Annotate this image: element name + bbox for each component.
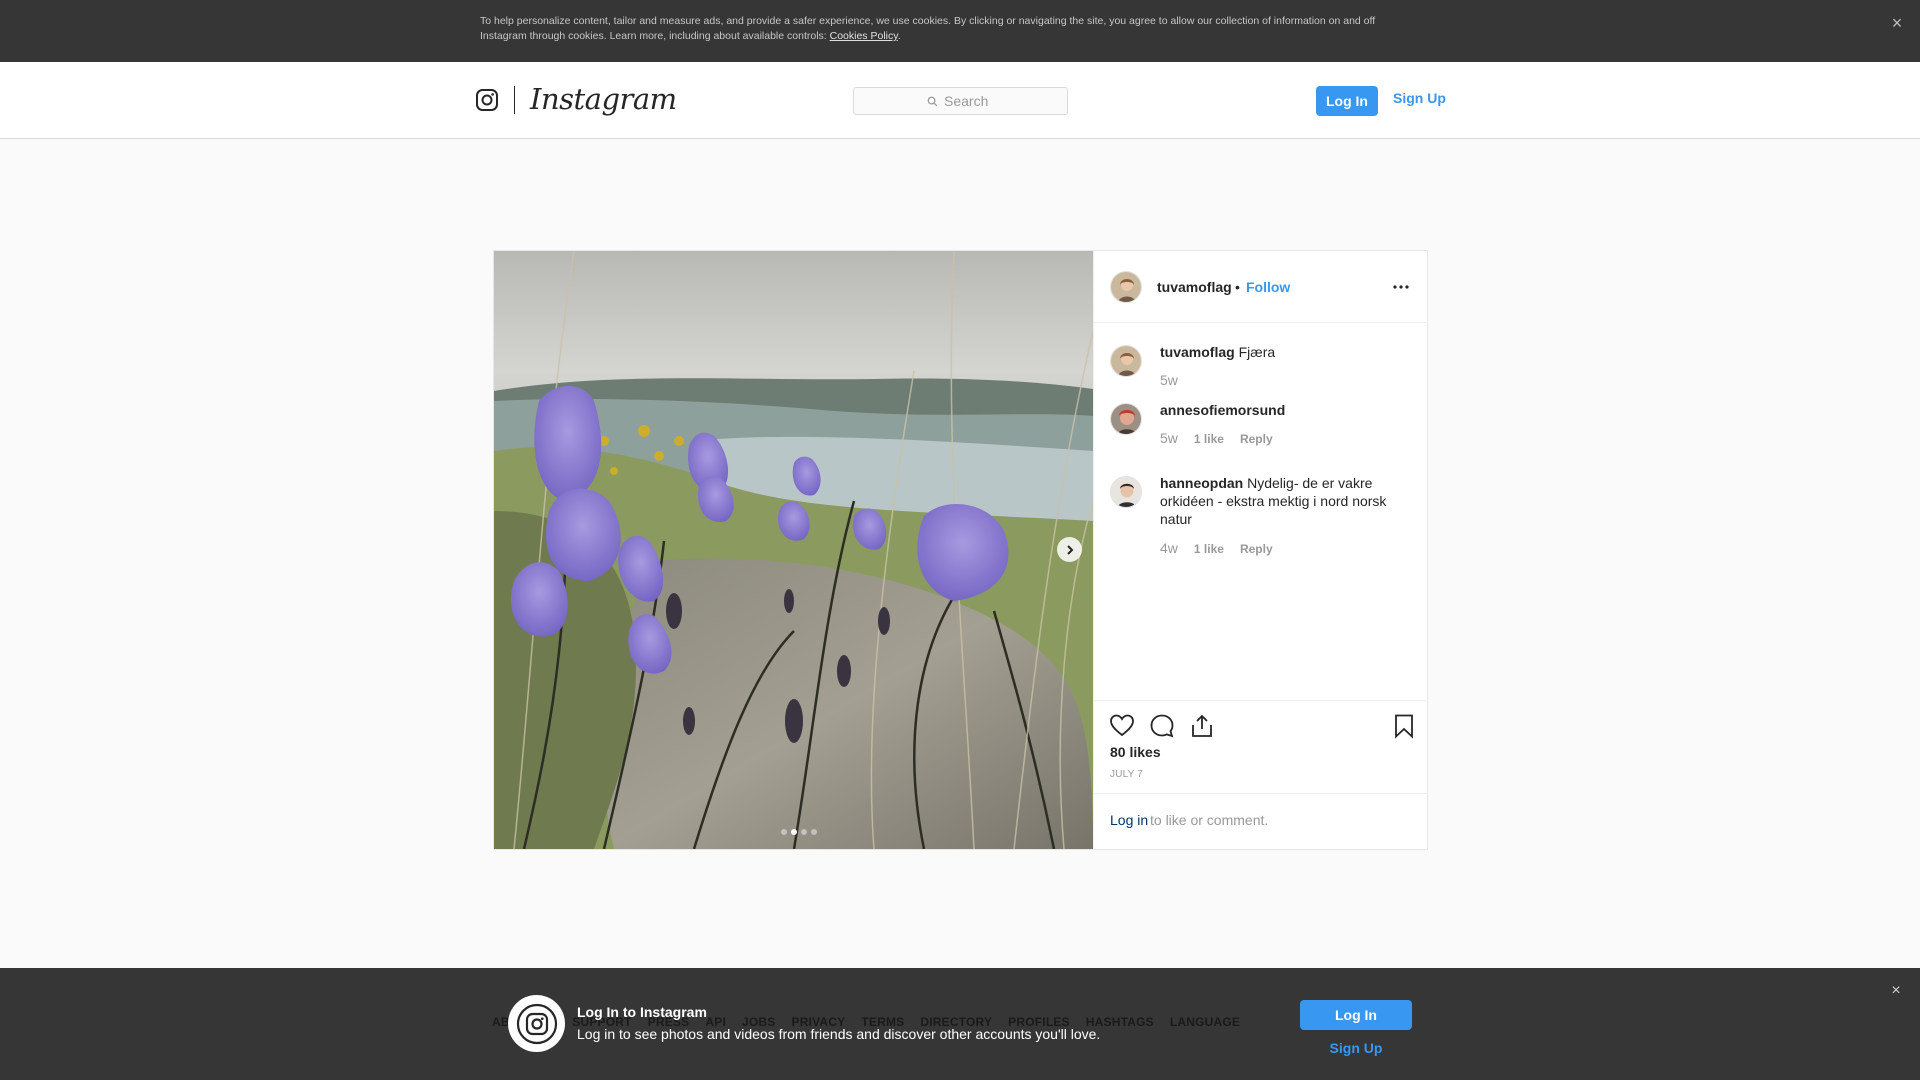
carousel-dots <box>781 829 817 835</box>
carousel-dot <box>801 829 807 835</box>
instagram-glyph-icon <box>516 1003 557 1044</box>
post-header: tuvamoflag • Follow <box>1094 251 1428 323</box>
banner-signup-link[interactable]: Sign Up <box>1300 1040 1412 1056</box>
comment-username[interactable]: hanneopdan <box>1160 475 1243 491</box>
carousel-dot <box>811 829 817 835</box>
comment-meta: 5w <box>1160 372 1178 388</box>
search-box[interactable] <box>853 87 1068 115</box>
follow-button[interactable]: Follow <box>1246 279 1290 295</box>
header-login-button[interactable]: Log In <box>1316 86 1378 116</box>
comment-time[interactable]: 5w <box>1160 430 1178 446</box>
chevron-right-icon <box>1066 544 1073 555</box>
instagram-glyph-icon[interactable] <box>475 88 499 112</box>
login-link[interactable]: Log in <box>1110 812 1148 828</box>
comment-text: annesofiemorsund <box>1160 401 1400 419</box>
logo-divider <box>514 86 515 114</box>
banner-login-button[interactable]: Log In <box>1300 1000 1412 1030</box>
comment-likes[interactable]: 1 like <box>1194 432 1224 446</box>
post-username[interactable]: tuvamoflag <box>1157 279 1232 295</box>
carousel-next-button[interactable] <box>1057 537 1082 562</box>
post-actions: 80 likes JULY 7 Log in to like or commen… <box>1094 700 1428 850</box>
comment-username[interactable]: annesofiemorsund <box>1160 402 1285 418</box>
header-signup-link[interactable]: Sign Up <box>1393 90 1446 106</box>
banner-logo <box>508 995 565 1052</box>
login-banner: ABOUT USSUPPORTPRESSAPIJOBSPRIVACYTERMSD… <box>0 968 1920 1080</box>
post-sidebar: tuvamoflag • Follow tuvamoflag Fjæra 5w … <box>1093 251 1428 850</box>
cookie-banner: To help personalize content, tailor and … <box>0 0 1920 62</box>
comment-username[interactable]: tuvamoflag <box>1160 344 1235 360</box>
login-prompt: Log in to like or comment. <box>1094 793 1428 849</box>
heart-icon[interactable] <box>1109 713 1135 739</box>
reply-button[interactable]: Reply <box>1240 432 1273 446</box>
comment-meta: 4w 1 like Reply <box>1160 540 1273 556</box>
comment-time[interactable]: 4w <box>1160 540 1178 556</box>
avatar[interactable] <box>1110 476 1142 508</box>
instagram-wordmark[interactable]: Instagram <box>530 82 677 116</box>
banner-title: Log In to Instagram <box>577 1004 707 1020</box>
flower-photo-image <box>494 251 1093 849</box>
comment-time[interactable]: 5w <box>1160 372 1178 388</box>
cookies-policy-link[interactable]: Cookies Policy <box>830 30 898 42</box>
footer-link[interactable]: LANGUAGE <box>1170 1015 1240 1029</box>
cookie-period: . <box>897 30 901 42</box>
avatar[interactable] <box>1110 345 1142 377</box>
comment-body: Fjæra <box>1238 344 1276 360</box>
share-icon[interactable] <box>1189 713 1215 739</box>
post-date[interactable]: JULY 7 <box>1110 769 1143 780</box>
search-input[interactable] <box>944 93 994 109</box>
reply-button[interactable]: Reply <box>1240 542 1273 556</box>
search-icon <box>927 96 938 106</box>
banner-close-button[interactable]: × <box>1887 982 1905 1000</box>
likes-count[interactable]: 80 likes <box>1110 744 1161 760</box>
top-nav: Instagram Log In Sign Up <box>0 62 1920 139</box>
avatar[interactable] <box>1110 403 1142 435</box>
cookie-message: To help personalize content, tailor and … <box>480 15 1376 42</box>
login-prompt-text: to like or comment. <box>1150 812 1269 828</box>
bookmark-icon[interactable] <box>1391 713 1417 739</box>
cookie-close-button[interactable]: × <box>1888 14 1906 32</box>
comment-meta: 5w 1 like Reply <box>1160 430 1273 446</box>
cookie-text: To help personalize content, tailor and … <box>480 14 1420 44</box>
header-separator: • <box>1235 279 1240 295</box>
avatar[interactable] <box>1110 271 1142 303</box>
post-card: tuvamoflag • Follow tuvamoflag Fjæra 5w … <box>493 250 1428 850</box>
post-photo[interactable] <box>494 251 1093 849</box>
carousel-dot <box>791 829 797 835</box>
comment-likes[interactable]: 1 like <box>1194 542 1224 556</box>
comment-text: hanneopdan Nydelig- de er vakre orkidéen… <box>1160 474 1400 528</box>
comment-text: tuvamoflag Fjæra <box>1160 343 1400 361</box>
comment-icon[interactable] <box>1149 713 1175 739</box>
carousel-dot <box>781 829 787 835</box>
more-options-icon[interactable] <box>1392 278 1410 296</box>
banner-subtitle: Log in to see photos and videos from fri… <box>577 1026 1101 1042</box>
